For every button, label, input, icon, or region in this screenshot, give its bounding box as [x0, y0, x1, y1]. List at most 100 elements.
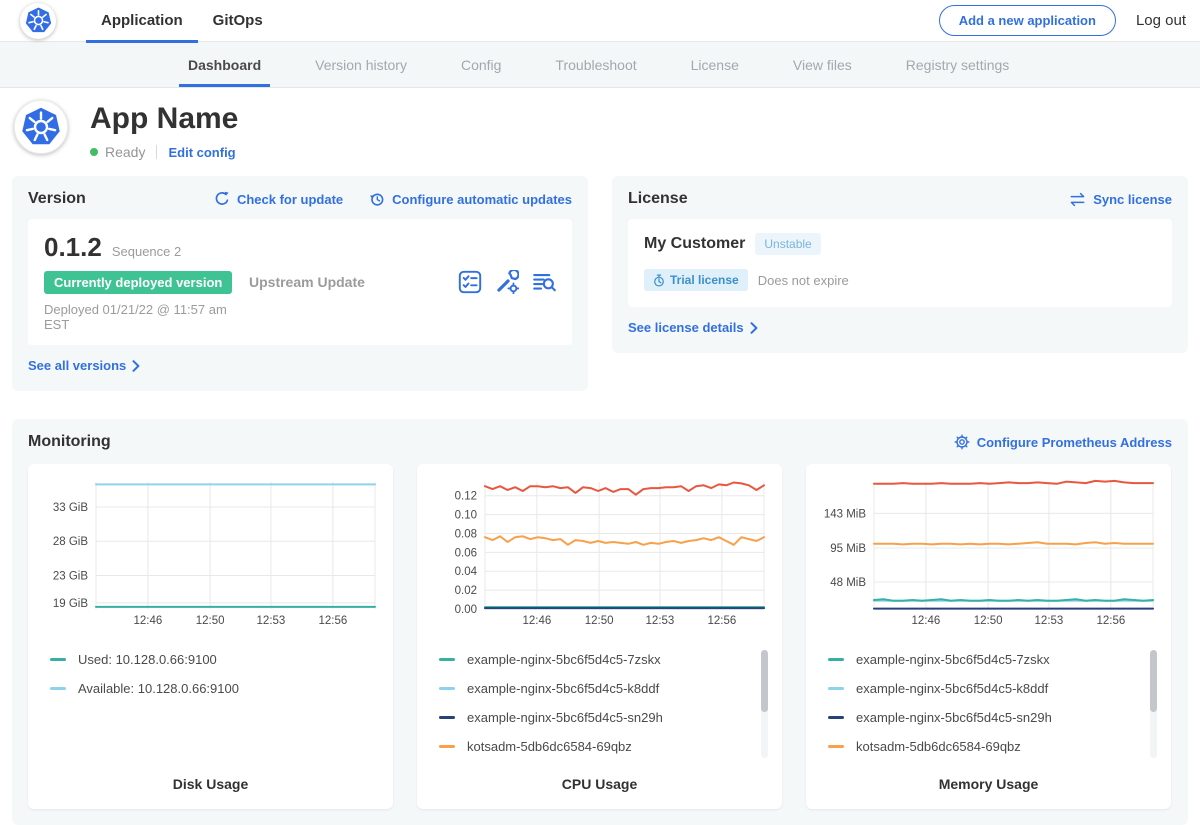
tab-view-files[interactable]: View files [784, 42, 861, 87]
gear-icon [954, 434, 970, 450]
legend-item: Available: 10.128.0.66:9100 [42, 679, 379, 698]
app-header: App Name Ready Edit config [0, 88, 1200, 176]
customer-name: My Customer [644, 235, 745, 253]
tab-dashboard[interactable]: Dashboard [179, 42, 270, 87]
legend-item: Used: 10.128.0.66:9100 [42, 650, 379, 669]
tab-troubleshoot[interactable]: Troubleshoot [546, 42, 645, 87]
check-for-update-link[interactable]: Check for update [214, 191, 343, 207]
disk-usage-card: 33 GiB28 GiB23 GiB19 GiB12:4612:5012:531… [28, 464, 393, 809]
legend-label: kotsadm-5db6dc6584-69qbz [856, 739, 1021, 754]
svg-text:12:46: 12:46 [912, 615, 941, 627]
chart-title: Memory Usage [820, 776, 1157, 792]
legend-color-dash [439, 687, 455, 690]
tab-gitops[interactable]: GitOps [198, 0, 278, 42]
legend-scrollbar-thumb[interactable] [1150, 650, 1157, 712]
channel-badge: Unstable [755, 233, 820, 255]
app-kubernetes-logo-icon [14, 100, 68, 154]
svg-text:95 MiB: 95 MiB [830, 543, 866, 555]
svg-text:12:56: 12:56 [1096, 615, 1125, 627]
clock-arrow-icon [369, 191, 385, 207]
svg-text:12:50: 12:50 [974, 615, 1003, 627]
monitoring-title: Monitoring [28, 433, 111, 451]
tab-version-history[interactable]: Version history [306, 42, 416, 87]
chart-title: Disk Usage [42, 776, 379, 792]
license-box: My Customer Unstable Trial license [628, 219, 1172, 307]
svg-text:12:46: 12:46 [523, 615, 552, 627]
svg-text:12:50: 12:50 [196, 615, 225, 627]
topnav-right: Add a new application Log out [939, 5, 1186, 36]
swap-arrows-icon [1069, 192, 1086, 207]
top-nav: Application GitOps Add a new application… [0, 0, 1200, 42]
memory-usage-chart: 143 MiB95 MiB48 MiB12:4612:5012:5312:56 [820, 478, 1157, 628]
legend-color-dash [50, 658, 66, 661]
legend-color-dash [828, 745, 844, 748]
svg-text:0.06: 0.06 [455, 547, 477, 559]
tab-config[interactable]: Config [452, 42, 510, 87]
legend-color-dash [439, 716, 455, 719]
svg-text:12:56: 12:56 [318, 615, 347, 627]
svg-text:23 GiB: 23 GiB [53, 570, 88, 582]
see-all-versions-link[interactable]: See all versions [28, 358, 140, 373]
status-dot-icon [90, 148, 98, 156]
legend-item: example-nginx-5bc6f5d4c5-k8ddf [820, 679, 1157, 698]
edit-config-link[interactable]: Edit config [168, 145, 235, 160]
current-version-box: 0.1.2 Sequence 2 Currently deployed vers… [28, 219, 572, 345]
svg-text:12:53: 12:53 [1035, 615, 1064, 627]
logout-link[interactable]: Log out [1136, 12, 1186, 29]
status-badge: Ready [105, 144, 145, 160]
svg-text:33 GiB: 33 GiB [53, 502, 88, 514]
svg-text:0.10: 0.10 [455, 510, 477, 522]
charts-row: 33 GiB28 GiB23 GiB19 GiB12:4612:5012:531… [28, 464, 1172, 809]
svg-text:0.04: 0.04 [455, 566, 478, 578]
legend-item: example-nginx-5bc6f5d4c5-sn29h [431, 708, 768, 727]
legend-label: example-nginx-5bc6f5d4c5-sn29h [856, 710, 1052, 725]
legend-scrollbar[interactable] [1150, 650, 1157, 758]
file-search-icon[interactable] [532, 270, 556, 294]
preflight-checklist-icon[interactable] [458, 270, 482, 294]
svg-text:12:46: 12:46 [134, 615, 163, 627]
svg-text:0.02: 0.02 [455, 585, 477, 597]
memory-usage-card: 143 MiB95 MiB48 MiB12:4612:5012:5312:56 … [806, 464, 1171, 809]
chevron-right-icon [132, 360, 140, 372]
kubernetes-logo-icon [20, 3, 56, 39]
refresh-icon [214, 191, 230, 207]
legend-item: example-nginx-5bc6f5d4c5-7zskx [431, 650, 768, 669]
see-license-details-link[interactable]: See license details [628, 320, 758, 335]
cards-row: Version Check for update Configure au [0, 176, 1200, 391]
tab-registry-settings[interactable]: Registry settings [897, 42, 1018, 87]
configure-prometheus-link[interactable]: Configure Prometheus Address [954, 434, 1172, 450]
license-expiry: Does not expire [758, 273, 849, 288]
legend-color-dash [828, 658, 844, 661]
legend-color-dash [828, 716, 844, 719]
legend-color-dash [439, 745, 455, 748]
configure-automatic-updates-link[interactable]: Configure automatic updates [369, 191, 572, 207]
svg-text:19 GiB: 19 GiB [53, 598, 88, 610]
svg-text:0.12: 0.12 [455, 491, 477, 503]
tab-application[interactable]: Application [86, 0, 198, 42]
legend-item: example-nginx-5bc6f5d4c5-k8ddf [431, 679, 768, 698]
page-title: App Name [90, 102, 238, 136]
sync-license-link[interactable]: Sync license [1069, 192, 1172, 207]
stopwatch-icon [653, 274, 665, 287]
version-sequence: Sequence 2 [112, 244, 181, 259]
cpu-usage-legend: example-nginx-5bc6f5d4c5-7zskx example-ng… [431, 650, 768, 758]
topnav-tabs: Application GitOps [86, 0, 278, 42]
legend-item: kotsadm-5db6dc6584-69qbz [820, 737, 1157, 756]
wrench-gear-icon[interactable] [495, 270, 519, 294]
chart-title: CPU Usage [431, 776, 768, 792]
legend-scrollbar-thumb[interactable] [761, 650, 768, 712]
svg-text:143 MiB: 143 MiB [824, 508, 867, 520]
add-application-button[interactable]: Add a new application [939, 5, 1116, 36]
tab-license[interactable]: License [682, 42, 748, 87]
legend-scrollbar[interactable] [761, 650, 768, 758]
legend-item: example-nginx-5bc6f5d4c5-7zskx [820, 650, 1157, 669]
license-card-title: License [628, 190, 688, 208]
legend-item: example-nginx-5bc6f5d4c5-sn29h [820, 708, 1157, 727]
deployed-badge: Currently deployed version [44, 271, 232, 294]
legend-label: example-nginx-5bc6f5d4c5-k8ddf [856, 681, 1048, 696]
sub-nav: Dashboard Version history Config Trouble… [0, 42, 1200, 88]
legend-color-dash [50, 687, 66, 690]
disk-usage-chart: 33 GiB28 GiB23 GiB19 GiB12:4612:5012:531… [42, 478, 379, 628]
license-card: License Sync license My Customer Unstabl… [612, 176, 1188, 353]
cpu-usage-chart: 0.000.020.040.060.080.100.1212:4612:5012… [431, 478, 768, 628]
